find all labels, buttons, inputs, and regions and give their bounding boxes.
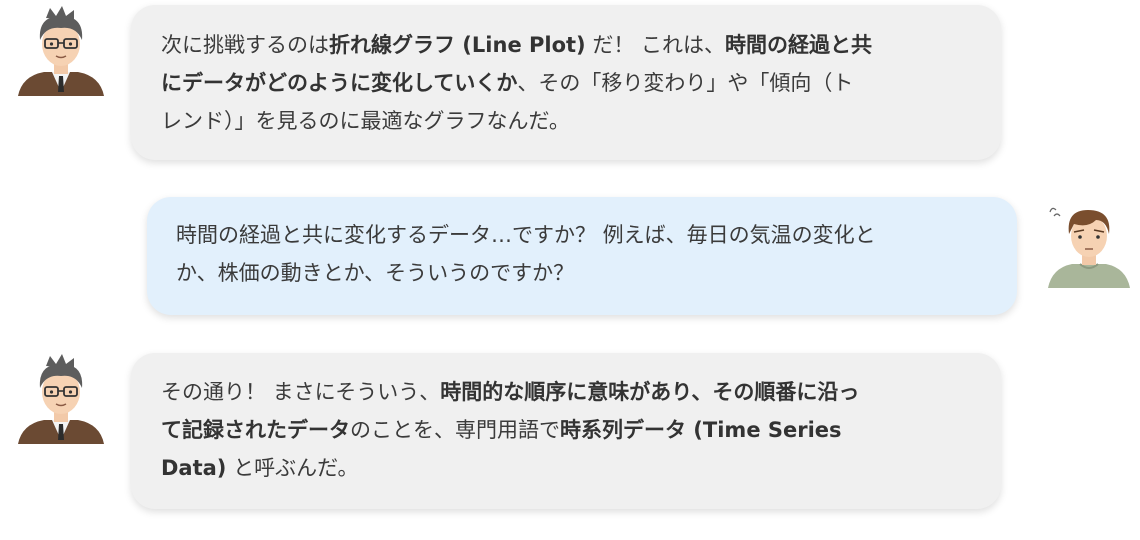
message-text-bold: にデータがどのように変化していくか xyxy=(161,71,518,95)
message-text-bold: 時間の経過と共 xyxy=(725,33,873,57)
teacher-avatar-icon xyxy=(16,354,106,444)
message-text: 次に挑戦するのは xyxy=(161,33,329,57)
message-text: だ！ これは、 xyxy=(585,33,726,57)
message-line: レンド）」を見るのに最適なグラフなんだ。 xyxy=(161,102,1001,140)
message-line: 次に挑戦するのは折れ線グラフ (Line Plot) だ！ これは、時間の経過と… xyxy=(161,26,1001,64)
message-line: か、株価の動きとか、そういうのですか？ xyxy=(176,254,1017,292)
message-line: 時間の経過と共に変化するデータ…ですか？ 例えば、毎日の気温の変化と xyxy=(176,216,1017,254)
message-line: にデータがどのように変化していくか、その「移り変わり」や「傾向（ト xyxy=(161,64,1001,102)
message-text: その通り！ まさにそういう、 xyxy=(161,380,441,404)
teacher-avatar-icon xyxy=(16,6,106,96)
message-text-bold: 時間的な順序に意味があり、その順番に沿っ xyxy=(440,380,860,404)
message-line: その通り！ まさにそういう、時間的な順序に意味があり、その順番に沿っ xyxy=(161,373,1001,411)
message-text-bold: Data) xyxy=(161,456,227,480)
message-text: と呼ぶんだ。 xyxy=(226,456,359,480)
student-message-bubble: 時間の経過と共に変化するデータ…ですか？ 例えば、毎日の気温の変化と か、株価の動… xyxy=(147,197,1017,315)
message-text: のことを、専門用語で xyxy=(350,418,560,442)
message-text: 時間の経過と共に変化するデータ…ですか？ 例えば、毎日の気温の変化と xyxy=(176,223,876,247)
teacher-message-bubble: 次に挑戦するのは折れ線グラフ (Line Plot) だ！ これは、時間の経過と… xyxy=(131,5,1001,160)
message-text: 、その「移り変わり」や「傾向（ト xyxy=(517,71,854,95)
student-avatar-icon xyxy=(1044,198,1134,288)
message-text-bold: て記録されたデータ xyxy=(161,418,350,442)
message-line: Data) と呼ぶんだ。 xyxy=(161,449,1001,487)
message-line: て記録されたデータのことを、専門用語で時系列データ (Time Series xyxy=(161,411,1001,449)
message-text: か、株価の動きとか、そういうのですか？ xyxy=(176,261,575,285)
message-text-bold: 折れ線グラフ (Line Plot) xyxy=(329,33,586,57)
message-text-bold: 時系列データ (Time Series xyxy=(560,418,842,442)
message-text: レンド）」を見るのに最適なグラフなんだ。 xyxy=(161,109,570,133)
teacher-message-bubble: その通り！ まさにそういう、時間的な順序に意味があり、その順番に沿っ て記録された… xyxy=(131,353,1001,509)
